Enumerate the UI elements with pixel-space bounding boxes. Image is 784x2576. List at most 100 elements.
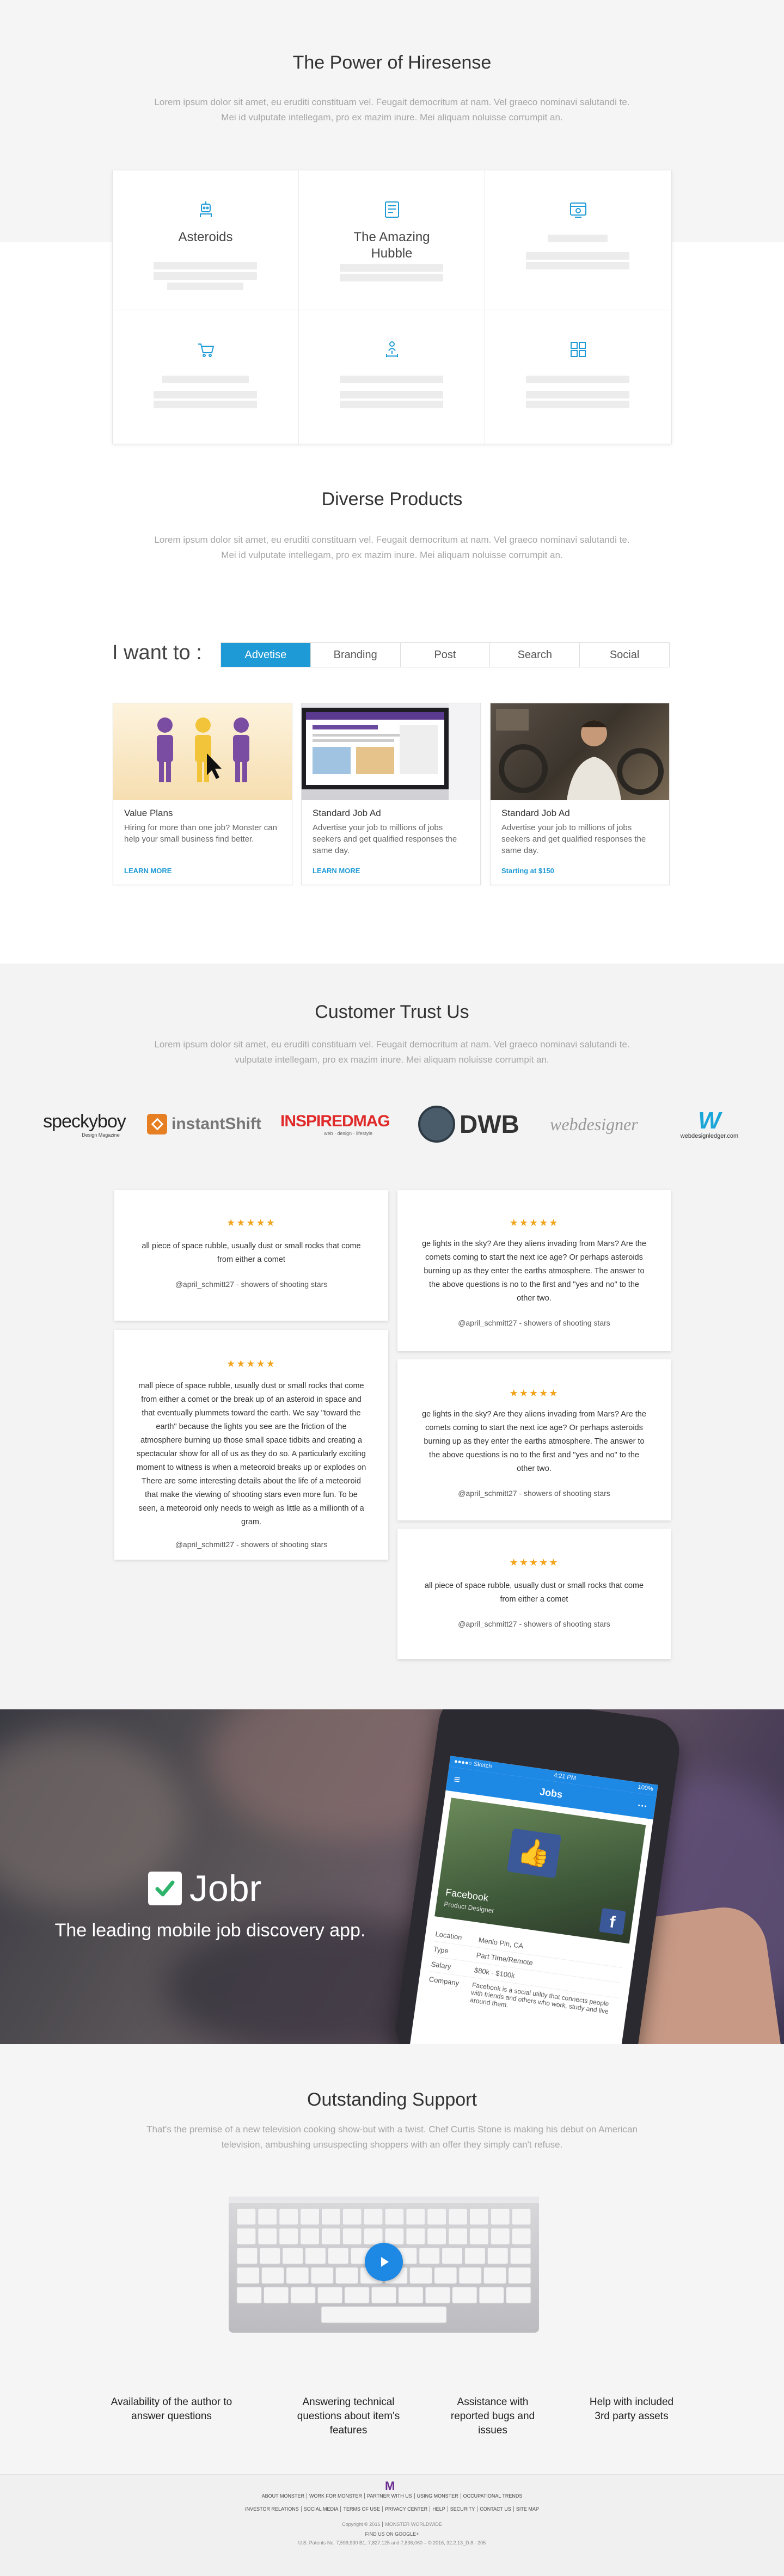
tab-social[interactable]: Social [580,643,669,667]
tab-branding[interactable]: Branding [311,643,401,667]
feature-card-3[interactable] [485,170,671,310]
keyboard-key [510,2247,531,2265]
worldwide-link[interactable]: MONSTER WORLDWIDE [382,2522,444,2527]
keyboard-key [469,2208,489,2225]
text-placeholder [154,391,257,398]
footer-google[interactable]: FIND US ON GOOGLE+ [0,2531,784,2537]
footer-link[interactable]: SECURITY [447,2506,477,2512]
review-author[interactable]: @april_schmitt27 - showers of shooting s… [114,1280,388,1289]
subtitle-line: Lorem ipsum dolor sit amet, eu eruditi c… [154,97,630,107]
support-feature-4: Help with included 3rd party assets [589,2396,674,2422]
footer-link[interactable]: INVESTOR RELATIONS [243,2506,301,2512]
logo-inspiredmag[interactable]: INSPIREDMAG web · design · lifestyle [280,1105,397,1143]
feature-card-hubble[interactable]: The Amazing Hubble [299,170,485,310]
cart-icon [198,344,214,357]
section-subtitle-power: Lorem ipsum dolor sit amet, eu eruditi c… [109,95,675,125]
footer-link[interactable]: USING MONSTER [414,2493,461,2499]
more-icon[interactable]: ··· [636,1793,649,1818]
robot-icon [199,201,212,217]
tab-advetise[interactable]: Advetise [221,643,311,667]
keyboard-key [398,2286,424,2304]
keyboard-video[interactable] [229,2186,555,2338]
keyboard-key [511,2228,531,2245]
tab-search[interactable]: Search [490,643,580,667]
review-text: ge lights in the sky? Are they aliens in… [422,1240,646,1303]
clock-text: 4:21 PM [553,1772,577,1782]
logo-webdesignledger[interactable]: W webdesignledger.com [669,1105,750,1143]
footer-link[interactable]: OCCUPATIONAL TRENDS [460,2493,525,2499]
feature-card-4[interactable] [113,310,299,445]
footer-link[interactable]: SITE MAP [513,2506,541,2512]
keyboard-key [406,2228,426,2245]
product-card-standard-job-ad[interactable]: Standard Job Ad Advertise your job to mi… [301,703,481,885]
footer-link[interactable]: SOCIAL MEDIA [301,2506,341,2512]
feature-card-6[interactable] [485,310,671,445]
support-feature-2: Answering technical questions about item… [297,2396,400,2436]
footer-link[interactable]: TERMS OF USE [340,2506,382,2512]
review-author[interactable]: @april_schmitt27 - showers of shooting s… [397,1620,671,1628]
play-button[interactable] [365,2243,403,2281]
review-author[interactable]: @april_schmitt27 - showers of shooting s… [114,1540,388,1549]
logo-speckyboy[interactable]: speckyboy Design Magazine [38,1105,131,1143]
keyboard-key [427,2208,447,2225]
phone-frame: ●●●●○ Sketch 4:21 PM 100% ≡ Jobs ··· 👍 F… [391,1709,684,2044]
tab-post[interactable]: Post [401,643,491,667]
monster-logo[interactable]: M [385,2479,395,2493]
footer-links-row2: INVESTOR RELATIONS SOCIAL MEDIA TERMS OF U… [0,2506,784,2512]
feature-card-5[interactable] [299,310,485,445]
product-card-value-plans[interactable]: Value Plans Hiring for more than one job… [113,703,292,885]
keyboard-key [483,2267,507,2284]
review-card: ★★★★★ ge lights in the sky? Are they ali… [397,1190,671,1351]
feature-label: Asteroids [178,230,233,244]
keyboard-key [321,2208,341,2225]
logo-instantshift[interactable]: instantShift [147,1105,261,1143]
hamburger-icon[interactable]: ≡ [452,1768,462,1792]
keyboard-key [442,2247,463,2265]
people-illustration [157,717,249,782]
section-title-support: Outstanding Support [307,2089,477,2110]
logo-webdesigner[interactable]: webdesigner [550,1105,653,1143]
footer-link[interactable]: HELP [430,2506,448,2512]
product-tabs: Advetise Branding Post Search Social [220,642,670,667]
keyboard-key [236,2208,256,2225]
facebook-icon: f [599,1908,626,1935]
section-title-products: Diverse Products [321,489,463,510]
footer-link[interactable]: PRIVACY CENTER [382,2506,430,2512]
learn-more-link[interactable]: LEARN MORE [124,867,171,875]
footer-link[interactable]: CONTACT US [477,2506,513,2512]
workshop-photo [491,703,669,800]
card-description: Hiring for more than one job? Monster ca… [124,823,277,844]
logo-subtext: Design Magazine [82,1132,120,1138]
text-placeholder [154,401,257,408]
keyboard-key [458,2267,482,2284]
grid-icon [571,342,586,357]
keyboard-key [317,2286,343,2304]
footer-link[interactable]: PARTNER WITH US [364,2493,414,2499]
keyboard-key [300,2208,320,2225]
product-card-standard-job-ad-2[interactable]: Standard Job Ad Advertise your job to mi… [490,703,670,885]
thumbs-up-icon: 👍 [506,1828,562,1879]
keyboard-key [290,2286,316,2304]
logo-dwb[interactable]: DWB [418,1105,532,1143]
learn-more-link[interactable]: LEARN MORE [313,867,360,875]
keyboard-key [261,2267,285,2284]
text-placeholder [526,376,629,383]
keyboard-key [335,2267,359,2284]
footer-link[interactable]: ABOUT MONSTER [260,2493,307,2499]
keyboard-key [279,2228,299,2245]
document-icon [384,201,399,218]
review-author[interactable]: @april_schmitt27 - showers of shooting s… [397,1489,671,1498]
keyboard-key [286,2267,309,2284]
keyboard-key [384,2228,405,2245]
job-row-value: Menlo Pin, CA [477,1935,524,1951]
value-plans-image [113,703,292,800]
pricing-link[interactable]: Starting at $150 [501,867,554,875]
section-subtitle-support: That's the premise of a new television c… [120,2122,664,2152]
review-author[interactable]: @april_schmitt27 - showers of shooting s… [397,1318,671,1327]
company-photo: 👍 Facebook Product Designer f [434,1798,646,1944]
footer-link[interactable]: WORK FOR MONSTER [306,2493,364,2499]
review-text: all piece of space rubble, usually dust … [424,1581,644,1604]
feature-card-asteroids[interactable]: Asteroids [113,170,299,310]
keyboard-key [327,2247,349,2265]
text-placeholder [340,391,443,398]
